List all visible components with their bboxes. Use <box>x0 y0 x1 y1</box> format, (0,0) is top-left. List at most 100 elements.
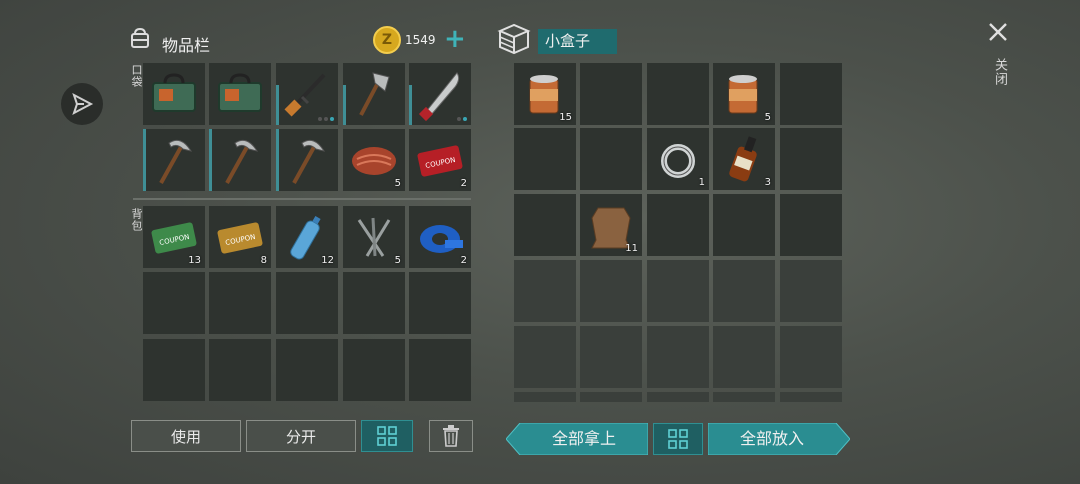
pocket-slot[interactable] <box>143 63 205 125</box>
item-quantity: 15 <box>559 112 572 123</box>
container-slot[interactable] <box>713 392 775 402</box>
durability-bar <box>143 129 146 191</box>
backpack-slot[interactable] <box>409 272 471 334</box>
container-slot[interactable] <box>580 326 642 388</box>
container-slot[interactable] <box>713 194 775 256</box>
toolbox-icon <box>143 63 205 129</box>
send-button[interactable] <box>61 83 103 125</box>
container-slot[interactable]: 3 <box>713 128 775 190</box>
container-slot[interactable]: 11 <box>580 194 642 256</box>
item-quantity: 3 <box>764 177 771 188</box>
pocket-slot[interactable] <box>343 63 405 125</box>
container-slot[interactable] <box>713 260 775 322</box>
pocket-slot[interactable] <box>143 129 205 191</box>
container-slot[interactable] <box>514 260 576 322</box>
pickaxe-icon <box>143 129 205 195</box>
container-slot[interactable] <box>647 194 709 256</box>
backpack-label: 背包 <box>130 208 143 232</box>
container-slot[interactable] <box>514 326 576 388</box>
backpack-slot[interactable] <box>409 339 471 401</box>
item-quantity: 11 <box>625 243 638 254</box>
item-quantity: 2 <box>460 255 467 266</box>
grid-icon <box>377 426 397 446</box>
container-slot[interactable] <box>647 260 709 322</box>
backpack-slot[interactable]: COUPON 13 <box>143 206 205 268</box>
backpack-slot[interactable]: 5 <box>343 206 405 268</box>
backpack-slot[interactable] <box>343 272 405 334</box>
container-slot[interactable] <box>780 392 842 402</box>
split-button[interactable]: 分开 <box>246 420 356 452</box>
backpack-slot[interactable] <box>209 272 271 334</box>
pocket-slot[interactable] <box>276 63 338 125</box>
item-quantity: 5 <box>394 255 401 266</box>
inventory-title: 物品栏 <box>162 36 211 55</box>
coin-icon: Z <box>373 26 401 54</box>
pocket-label: 口袋 <box>130 64 143 88</box>
add-coins-button[interactable]: + <box>444 26 468 54</box>
sort-container-button[interactable] <box>653 423 703 455</box>
container-slot[interactable] <box>780 63 842 125</box>
container-slot[interactable] <box>514 128 576 190</box>
backpack-icon <box>128 26 152 54</box>
trash-button[interactable] <box>429 420 473 452</box>
close-icon <box>989 23 1007 41</box>
close-button[interactable]: 关闭 <box>984 20 1012 100</box>
item-quantity: 2 <box>460 178 467 189</box>
close-label: 关闭 <box>992 58 1007 86</box>
durability-bar <box>209 129 212 191</box>
coin-count: 1549 <box>405 33 436 47</box>
container-slot[interactable]: 5 <box>713 63 775 125</box>
container-slot[interactable] <box>780 326 842 388</box>
sort-inventory-button[interactable] <box>361 420 413 452</box>
container-slot[interactable] <box>713 326 775 388</box>
durability-bar <box>409 85 412 125</box>
pocket-slot[interactable]: 5 <box>343 129 405 191</box>
pickaxe-icon <box>276 129 338 195</box>
container-slot[interactable] <box>780 194 842 256</box>
backpack-slot[interactable] <box>143 272 205 334</box>
backpack-slot[interactable] <box>343 339 405 401</box>
container-slot[interactable] <box>580 128 642 190</box>
durability-bar <box>276 85 279 125</box>
pocket-slot[interactable] <box>276 129 338 191</box>
charge-dots <box>318 117 334 121</box>
put-all-button[interactable]: 全部放入 <box>708 423 850 455</box>
pocket-slot[interactable] <box>409 63 471 125</box>
charge-dots <box>457 117 467 121</box>
container-slot[interactable] <box>514 194 576 256</box>
container-slot[interactable]: 15 <box>514 63 576 125</box>
container-title: 小盒子 <box>538 29 617 54</box>
item-quantity: 8 <box>260 255 267 266</box>
container-slot[interactable] <box>647 392 709 402</box>
backpack-slot[interactable] <box>143 339 205 401</box>
pocket-slot[interactable]: COUPON 2 <box>409 129 471 191</box>
container-slot[interactable] <box>780 260 842 322</box>
backpack-slot[interactable] <box>209 339 271 401</box>
item-quantity: 13 <box>188 255 201 266</box>
container-slot[interactable] <box>647 326 709 388</box>
backpack-slot[interactable]: 2 <box>409 206 471 268</box>
backpack-slot[interactable]: 12 <box>276 206 338 268</box>
section-divider <box>133 198 471 200</box>
paper-plane-icon <box>72 92 94 116</box>
container-slot[interactable] <box>580 260 642 322</box>
container-slot[interactable] <box>514 392 576 402</box>
item-quantity: 5 <box>764 112 771 123</box>
pocket-slot[interactable] <box>209 129 271 191</box>
item-quantity: 1 <box>698 177 705 188</box>
container-slot[interactable] <box>780 128 842 190</box>
take-all-button[interactable]: 全部拿上 <box>506 423 648 455</box>
hatchet-icon <box>343 63 405 129</box>
backpack-slot[interactable] <box>276 339 338 401</box>
put-all-label: 全部放入 <box>739 429 804 448</box>
grid-icon <box>668 429 688 449</box>
container-slot[interactable] <box>580 392 642 402</box>
use-button[interactable]: 使用 <box>131 420 241 452</box>
container-slot[interactable] <box>580 63 642 125</box>
pocket-slot[interactable] <box>209 63 271 125</box>
backpack-slot[interactable] <box>276 272 338 334</box>
durability-bar <box>343 85 346 125</box>
container-slot[interactable] <box>647 63 709 125</box>
container-slot[interactable]: 1 <box>647 128 709 190</box>
backpack-slot[interactable]: COUPON 8 <box>209 206 271 268</box>
